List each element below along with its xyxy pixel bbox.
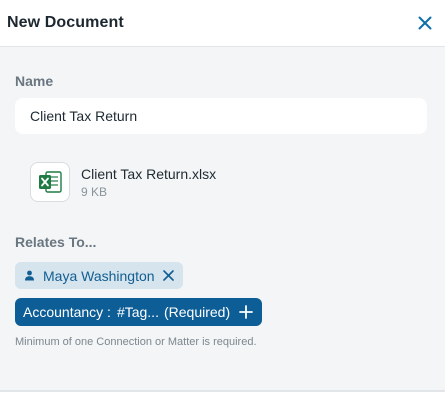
dialog-header: New Document bbox=[0, 0, 445, 47]
requirement-hint: Minimum of one Connection or Matter is r… bbox=[15, 336, 257, 348]
close-icon bbox=[418, 16, 432, 30]
person-chip-label: Maya Washington bbox=[43, 267, 155, 284]
close-icon bbox=[162, 270, 174, 281]
name-input[interactable] bbox=[15, 98, 427, 134]
attached-file: Client Tax Return.xlsx 9 KB bbox=[30, 161, 216, 203]
dialog-title: New Document bbox=[7, 14, 124, 31]
excel-file-icon bbox=[30, 162, 70, 202]
close-button[interactable] bbox=[414, 12, 436, 34]
tag-placeholder: #Tag... bbox=[116, 304, 159, 320]
remove-person-button[interactable] bbox=[162, 270, 174, 281]
name-label: Name bbox=[15, 73, 54, 89]
file-size: 9 KB bbox=[81, 184, 108, 199]
tag-required-label: (Required) bbox=[163, 304, 231, 320]
person-icon bbox=[24, 270, 35, 281]
file-name: Client Tax Return.xlsx bbox=[81, 165, 217, 182]
plus-icon bbox=[239, 305, 254, 319]
person-chip: Maya Washington bbox=[15, 262, 183, 289]
relates-to-label: Relates To... bbox=[15, 234, 97, 250]
tag-group-label: Accountancy : bbox=[23, 304, 111, 320]
add-tag-button[interactable]: Accountancy : #Tag... (Required) bbox=[15, 298, 263, 326]
dialog-body: Name Client Tax Return.xlsx 9 KB Relates… bbox=[0, 47, 445, 392]
